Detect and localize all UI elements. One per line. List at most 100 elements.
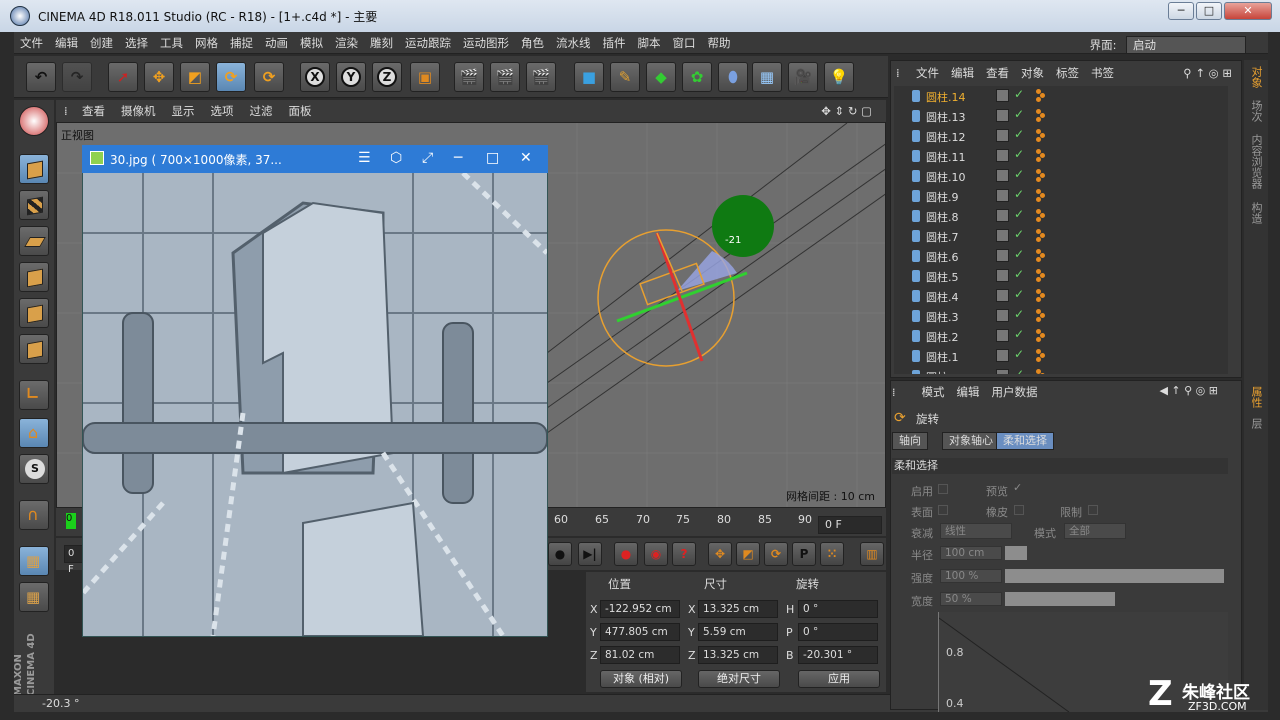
sidetab-content-browser[interactable]: 内容浏览器 (1248, 134, 1264, 189)
sidetab-objects[interactable]: 对象 (1248, 66, 1264, 88)
visibility-toggle[interactable] (996, 289, 1009, 302)
size-x-field[interactable]: 13.325 cm (698, 600, 778, 618)
rot-b-field[interactable]: -20.301 ° (798, 646, 878, 664)
z-axis-lock-button[interactable]: Z (372, 62, 402, 92)
viewport-nav-icons[interactable]: ✥ ⇕ ↻ ▢ (813, 100, 880, 122)
object-name[interactable]: 圆柱.11 (926, 149, 966, 165)
planar-workplane-button[interactable]: ▦ (19, 582, 49, 612)
vp-menu-filter[interactable]: 过滤 (242, 100, 281, 122)
object-name[interactable]: 圆柱.9 (926, 189, 959, 205)
enabled-check-icon[interactable]: ✓ (1014, 207, 1024, 221)
enabled-check-icon[interactable]: ✓ (1014, 87, 1024, 101)
object-name[interactable]: 圆柱.13 (926, 109, 966, 125)
rubber-checkbox[interactable] (1014, 505, 1024, 515)
scale-tool-button[interactable]: ◩ (180, 62, 210, 92)
om-menu-view[interactable]: 查看 (980, 62, 1015, 84)
menu-file[interactable]: 文件 (14, 32, 49, 54)
menu-plugins[interactable]: 插件 (597, 32, 632, 54)
key-position-button[interactable]: ✥ (708, 542, 732, 566)
record-keys-button[interactable]: ● (614, 542, 638, 566)
enabled-check-icon[interactable]: ✓ (1014, 147, 1024, 161)
phong-tag-icon[interactable] (1036, 169, 1046, 182)
visibility-toggle[interactable] (996, 309, 1009, 322)
phong-tag-icon[interactable] (1036, 269, 1046, 282)
menu-create[interactable]: 创建 (84, 32, 119, 54)
rot-p-field[interactable]: 0 ° (798, 623, 878, 641)
magnet-button[interactable]: ∩ (19, 500, 49, 530)
visibility-toggle[interactable] (996, 209, 1009, 222)
pen-spline-button[interactable]: ✎ (610, 62, 640, 92)
object-name[interactable]: 圆柱.3 (926, 309, 959, 325)
am-menu-user-data[interactable]: 用户数据 (986, 382, 1044, 402)
object-row[interactable]: 圆柱.4 ✓ (894, 286, 1228, 306)
deformer-button[interactable]: ⬮ (718, 62, 748, 92)
visibility-toggle[interactable] (996, 149, 1009, 162)
om-menu-objects[interactable]: 对象 (1015, 62, 1050, 84)
camera-button[interactable]: 🎥 (788, 62, 818, 92)
menu-render[interactable]: 渲染 (329, 32, 364, 54)
rot-h-field[interactable]: 0 ° (798, 600, 878, 618)
menu-tools[interactable]: 工具 (154, 32, 189, 54)
object-row[interactable]: 圆柱.7 ✓ (894, 226, 1228, 246)
recent-tool-button[interactable]: ⟳ (254, 62, 284, 92)
enabled-check-icon[interactable]: ✓ (1014, 327, 1024, 341)
floor-button[interactable]: ▦ (752, 62, 782, 92)
coord-mode-dropdown[interactable]: 对象 (相对) (600, 670, 682, 688)
interface-layout-selector[interactable]: 界面: 启动 (1084, 34, 1246, 54)
object-name[interactable]: 圆柱.6 (926, 249, 959, 265)
visibility-toggle[interactable] (996, 109, 1009, 122)
mode-dropdown[interactable]: 全部 (1064, 523, 1126, 539)
menu-pipeline[interactable]: 流水线 (550, 32, 597, 54)
size-z-field[interactable]: 13.325 cm (698, 646, 778, 664)
move-tool-button[interactable]: ✥ (144, 62, 174, 92)
strength-slider[interactable] (1005, 569, 1224, 583)
enabled-check-icon[interactable]: ✓ (1014, 367, 1024, 374)
enabled-check-icon[interactable]: ✓ (1014, 107, 1024, 121)
viewer-fullscreen-button[interactable]: ⤢ (422, 150, 433, 166)
live-select-button[interactable]: ➚ (108, 62, 138, 92)
enable-checkbox[interactable] (938, 484, 948, 494)
visibility-toggle[interactable] (996, 349, 1009, 362)
enabled-check-icon[interactable]: ✓ (1014, 307, 1024, 321)
current-frame-field[interactable]: 0 F (818, 516, 882, 534)
vp-menu-panel[interactable]: 面板 (281, 100, 320, 122)
menu-motion-tracking[interactable]: 运动跟踪 (399, 32, 457, 54)
phong-tag-icon[interactable] (1036, 209, 1046, 222)
snap-button[interactable]: S (19, 454, 49, 484)
vp-menu-camera[interactable]: 摄像机 (113, 100, 164, 122)
phong-tag-icon[interactable] (1036, 329, 1046, 342)
visibility-toggle[interactable] (996, 229, 1009, 242)
object-row[interactable]: 圆柱.1 ✓ (894, 346, 1228, 366)
goto-end-button[interactable]: ▶| (578, 542, 602, 566)
light-button[interactable]: 💡 (824, 62, 854, 92)
radius-slider[interactable] (1005, 546, 1027, 560)
menu-help[interactable]: 帮助 (702, 32, 737, 54)
object-row[interactable]: 圆柱.9 ✓ (894, 186, 1228, 206)
phong-tag-icon[interactable] (1036, 249, 1046, 262)
x-axis-lock-button[interactable]: X (300, 62, 330, 92)
visibility-toggle[interactable] (996, 189, 1009, 202)
size-y-field[interactable]: 5.59 cm (698, 623, 778, 641)
timeline-start-marker[interactable]: 0 (66, 513, 76, 529)
object-row[interactable]: 圆柱.5 ✓ (894, 266, 1228, 286)
tab-soft-selection[interactable]: 柔和选择 (996, 432, 1054, 450)
object-name[interactable]: 圆柱.2 (926, 329, 959, 345)
enabled-check-icon[interactable]: ✓ (1014, 167, 1024, 181)
enabled-check-icon[interactable]: ✓ (1014, 227, 1024, 241)
om-menu-edit[interactable]: 编辑 (945, 62, 980, 84)
key-parameter-button[interactable]: P (792, 542, 816, 566)
viewer-close-button[interactable]: ✕ (520, 150, 532, 166)
play-forward-button[interactable]: ● (548, 542, 572, 566)
visibility-toggle[interactable] (996, 369, 1009, 374)
menu-edit[interactable]: 编辑 (49, 32, 84, 54)
viewer-maximize-button[interactable]: □ (486, 150, 499, 166)
axis-mode-button[interactable]: ∟ (19, 380, 49, 410)
object-row[interactable]: 圆柱.12 ✓ (894, 126, 1228, 146)
object-name[interactable]: 圆柱.12 (926, 129, 966, 145)
pos-z-field[interactable]: 81.02 cm (600, 646, 680, 664)
rotate-tool-button[interactable]: ⟳ (216, 62, 246, 92)
vp-menu-view[interactable]: 查看 (74, 100, 113, 122)
preview-checkbox[interactable]: ✓ (1013, 481, 1022, 494)
phong-tag-icon[interactable] (1036, 129, 1046, 142)
render-picture-viewer-button[interactable]: 🎬 (490, 62, 520, 92)
